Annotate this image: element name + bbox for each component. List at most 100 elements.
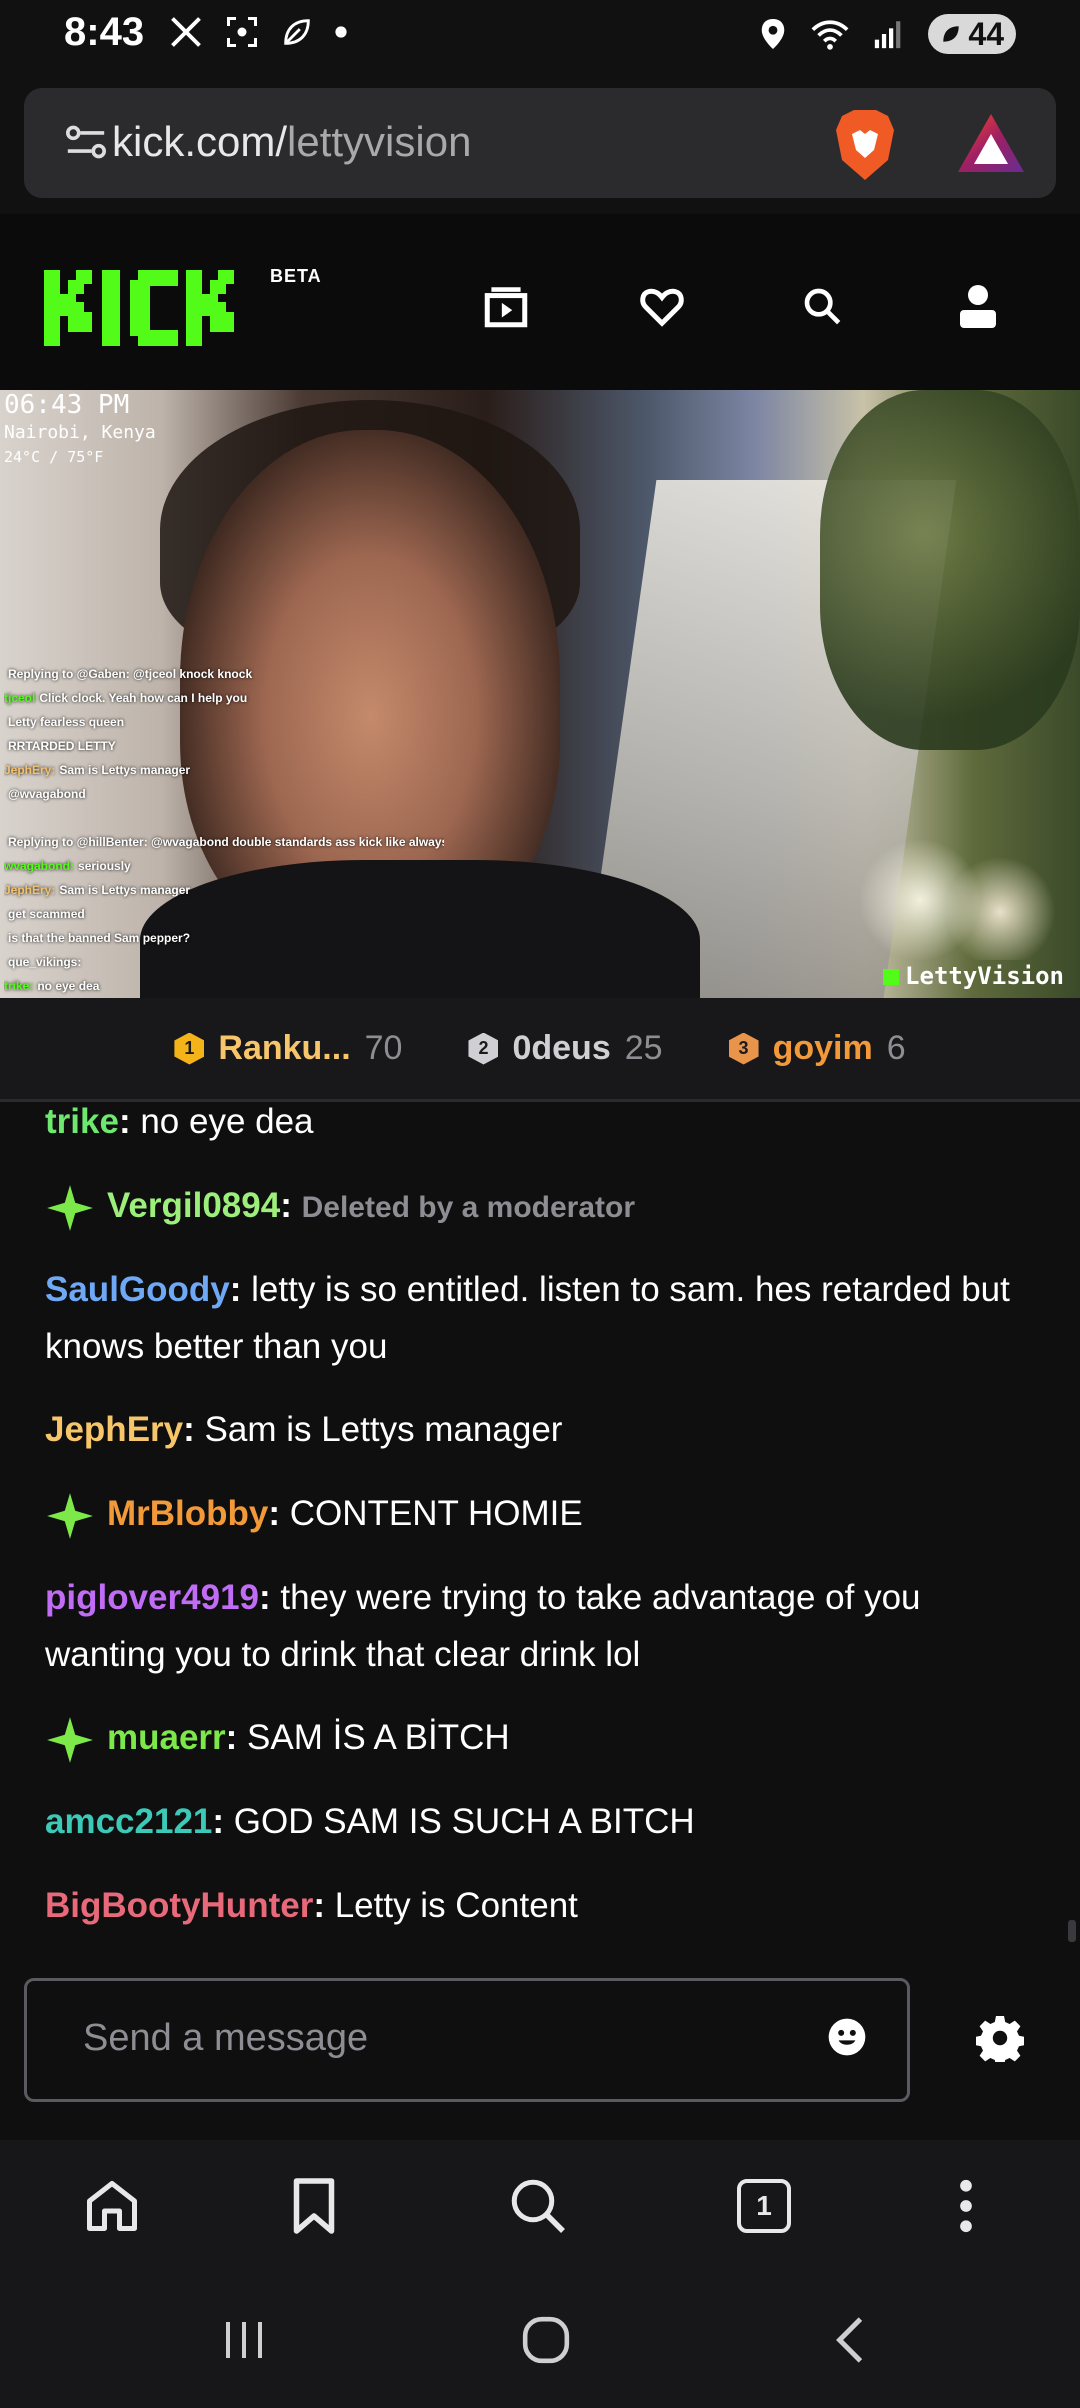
overlay-chat-line: is that the banned Sam pepper?	[4, 926, 444, 950]
search-button[interactable]	[794, 278, 850, 334]
status-bar: 8:43 44	[0, 0, 1080, 76]
user-icon	[960, 285, 996, 328]
overlay-chat-line	[4, 806, 444, 830]
overlay-chat-text: Letty fearless queen	[8, 715, 125, 729]
chat-settings-gear-icon[interactable]	[976, 2014, 1024, 2062]
chat-message: SaulGoody: letty is so entitled. listen …	[45, 1270, 1010, 1366]
bookmarks-button[interactable]	[278, 2170, 350, 2242]
battery-icon: 44	[928, 14, 1016, 54]
overlay-chat-line: tjceol Click clock. Yeah how can I help y…	[4, 686, 444, 710]
chat-message: muaerr: SAM İS A BİTCH	[45, 1709, 1045, 1766]
gift-leaderboard: 1 Ranku... 70 2 0deus 25 3 goyim 6	[0, 998, 1080, 1102]
leaderboard-entry-3[interactable]: 3 goyim 6	[728, 1029, 906, 1068]
video-library-icon	[484, 287, 528, 328]
kick-mini-logo-icon	[883, 969, 900, 985]
address-bar[interactable]: kick.com/lettyvision	[24, 88, 1056, 198]
chat-text: SAM İS A BİTCH	[237, 1718, 510, 1757]
overlay-time: 06:43 PM	[4, 390, 130, 420]
overlay-chat-text: is that the banned Sam pepper?	[8, 931, 191, 945]
overlay-chat-text: RRTARDED LETTY	[8, 739, 116, 753]
leaf-icon	[284, 19, 310, 45]
overlay-chat-text: no eye dea	[37, 979, 100, 993]
browser-search-button[interactable]	[502, 2170, 574, 2242]
following-button[interactable]	[634, 278, 690, 334]
subscriber-badge-icon	[47, 1492, 93, 1539]
wifi-icon	[811, 20, 849, 50]
overlay-chat-text: @wvagabond	[8, 787, 86, 801]
tab-count: 1	[737, 2179, 791, 2233]
chat-message: MrBlobby: CONTENT HOMIE	[45, 1485, 1045, 1542]
tabs-button[interactable]: 1	[728, 2170, 800, 2242]
back-chevron-icon	[836, 2317, 863, 2363]
search-icon	[804, 288, 841, 325]
back-button[interactable]	[814, 2310, 886, 2370]
overlay-chat-user: trike:	[4, 979, 34, 993]
leaderboard-count: 6	[886, 1029, 906, 1067]
chat-username[interactable]: piglover4919	[45, 1578, 259, 1617]
brave-rewards-icon[interactable]	[956, 112, 1026, 174]
chat-username[interactable]: SaulGoody	[45, 1270, 230, 1309]
overlay-chat-user: JephEry:	[4, 763, 56, 777]
overlay-chat-line: RRTARDED LETTY	[4, 734, 444, 758]
overlay-chat-line: Letty fearless queen	[4, 710, 444, 734]
overlay-chat-line: @wvagabond	[4, 782, 444, 806]
status-time: 8:43	[64, 10, 145, 54]
search-icon	[511, 2179, 565, 2233]
chat-message-input[interactable]: Send a message	[24, 1978, 910, 2102]
leaderboard-name: Ranku...	[218, 1029, 351, 1067]
location-icon	[762, 19, 785, 49]
url-path: lettyvision	[287, 118, 472, 165]
system-navigation-bar	[0, 2270, 1080, 2408]
chat-message: JephEry: Sam is Lettys manager	[45, 1410, 563, 1449]
chat-message: trike: no eye dea	[45, 1105, 1045, 1150]
kick-logo[interactable]	[44, 270, 266, 346]
overlay-chat-line: Replying to @Gaben: @tjceol knock knock	[4, 662, 444, 686]
overlay-chat-line: que_vikings:	[4, 950, 444, 974]
chat-username[interactable]: amcc2121	[45, 1802, 212, 1841]
browse-button[interactable]	[478, 278, 534, 334]
recent-apps-button[interactable]	[208, 2310, 280, 2370]
chat-username[interactable]: JephEry	[45, 1410, 183, 1449]
chat-message: amcc2121: GOD SAM IS SUCH A BITCH	[45, 1802, 695, 1841]
url-text[interactable]: kick.com/lettyvision	[112, 118, 471, 166]
chat-message: Vergil0894: Deleted by a moderator	[45, 1177, 1045, 1236]
overlay-chat-user: tjceol	[4, 691, 36, 705]
more-menu-button[interactable]	[930, 2170, 1002, 2242]
site-header: BETA	[0, 214, 1080, 390]
chat-text: GOD SAM IS SUCH A BITCH	[224, 1802, 695, 1841]
beta-label: BETA	[270, 266, 322, 286]
home-system-button[interactable]	[510, 2310, 582, 2370]
bookmark-icon	[293, 2178, 335, 2234]
leaderboard-count: 25	[624, 1029, 663, 1067]
watermark-text: LettyVision	[905, 962, 1064, 990]
leaderboard-name: 0deus	[512, 1029, 611, 1067]
browser-toolbar: 1	[0, 2140, 1080, 2270]
chat-deleted-text: Deleted by a moderator	[301, 1191, 636, 1224]
chat-message: BigBootyHunter: Letty is Content	[45, 1886, 578, 1925]
chat-username[interactable]: MrBlobby	[107, 1494, 268, 1533]
overlay-temperature: 24°C / 75°F	[4, 448, 104, 466]
chat-username[interactable]: muaerr	[107, 1718, 226, 1757]
recent-apps-icon	[226, 2322, 262, 2358]
chat-username[interactable]: BigBootyHunter	[45, 1886, 313, 1925]
signal-icon	[875, 21, 901, 49]
rank-1-badge-icon: 1	[174, 1032, 205, 1065]
chat-messages[interactable]: trike: no eye dea Vergil0894: Deleted by…	[0, 1105, 1080, 1970]
leaderboard-entry-1[interactable]: 1 Ranku... 70	[174, 1029, 402, 1068]
emoji-icon[interactable]	[827, 2017, 867, 2057]
video-player[interactable]: 06:43 PM Nairobi, Kenya 24°C / 75°F Repl…	[0, 390, 1080, 998]
home-button[interactable]	[76, 2170, 148, 2242]
video-background-lights	[860, 840, 1060, 960]
home-icon	[87, 2181, 137, 2231]
chat-username[interactable]: Vergil0894	[107, 1186, 280, 1225]
leaderboard-name: goyim	[772, 1029, 873, 1067]
chat-username[interactable]: trike	[45, 1105, 119, 1141]
brave-shields-icon[interactable]	[832, 108, 898, 182]
overlay-chat-text: Sam is Lettys manager	[59, 883, 191, 897]
profile-button[interactable]	[950, 278, 1006, 334]
leaderboard-entry-2[interactable]: 2 0deus 25	[468, 1029, 663, 1068]
chat-message: piglover4919: they were trying to take a…	[45, 1578, 921, 1674]
site-settings-icon[interactable]	[64, 122, 108, 162]
chat-input-area: Send a message	[0, 1970, 1080, 2140]
chat-scrollbar[interactable]	[1068, 1920, 1076, 1942]
